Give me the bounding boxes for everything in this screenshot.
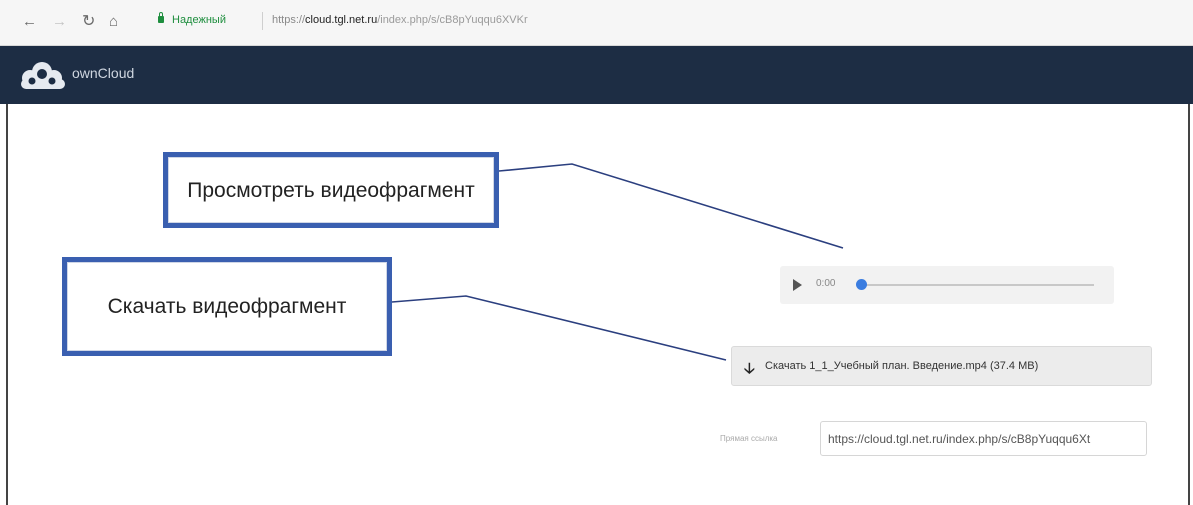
view-callout-line: [498, 163, 844, 249]
progress-track[interactable]: [862, 284, 1094, 286]
download-video-callout: Скачать видеофрагмент: [62, 257, 392, 356]
player-time: 0:00: [816, 278, 836, 289]
play-icon[interactable]: [793, 279, 802, 291]
progress-knob[interactable]: [856, 279, 867, 290]
download-label: Скачать 1_1_Учебный план. Введение.mp4 (…: [765, 360, 1039, 372]
download-button[interactable]: 🡣 Скачать 1_1_Учебный план. Введение.mp4…: [731, 346, 1152, 386]
video-player[interactable]: 0:00: [780, 266, 1114, 304]
view-video-callout: Просмотреть видеофрагмент: [163, 152, 499, 228]
direct-link-input[interactable]: [820, 421, 1147, 456]
download-arrow-icon: 🡣: [744, 360, 755, 377]
view-video-callout-text: Просмотреть видеофрагмент: [168, 157, 494, 223]
direct-link-label: Прямая ссылка: [720, 434, 778, 443]
download-video-callout-text: Скачать видеофрагмент: [67, 262, 387, 351]
download-callout-line: [391, 295, 727, 361]
